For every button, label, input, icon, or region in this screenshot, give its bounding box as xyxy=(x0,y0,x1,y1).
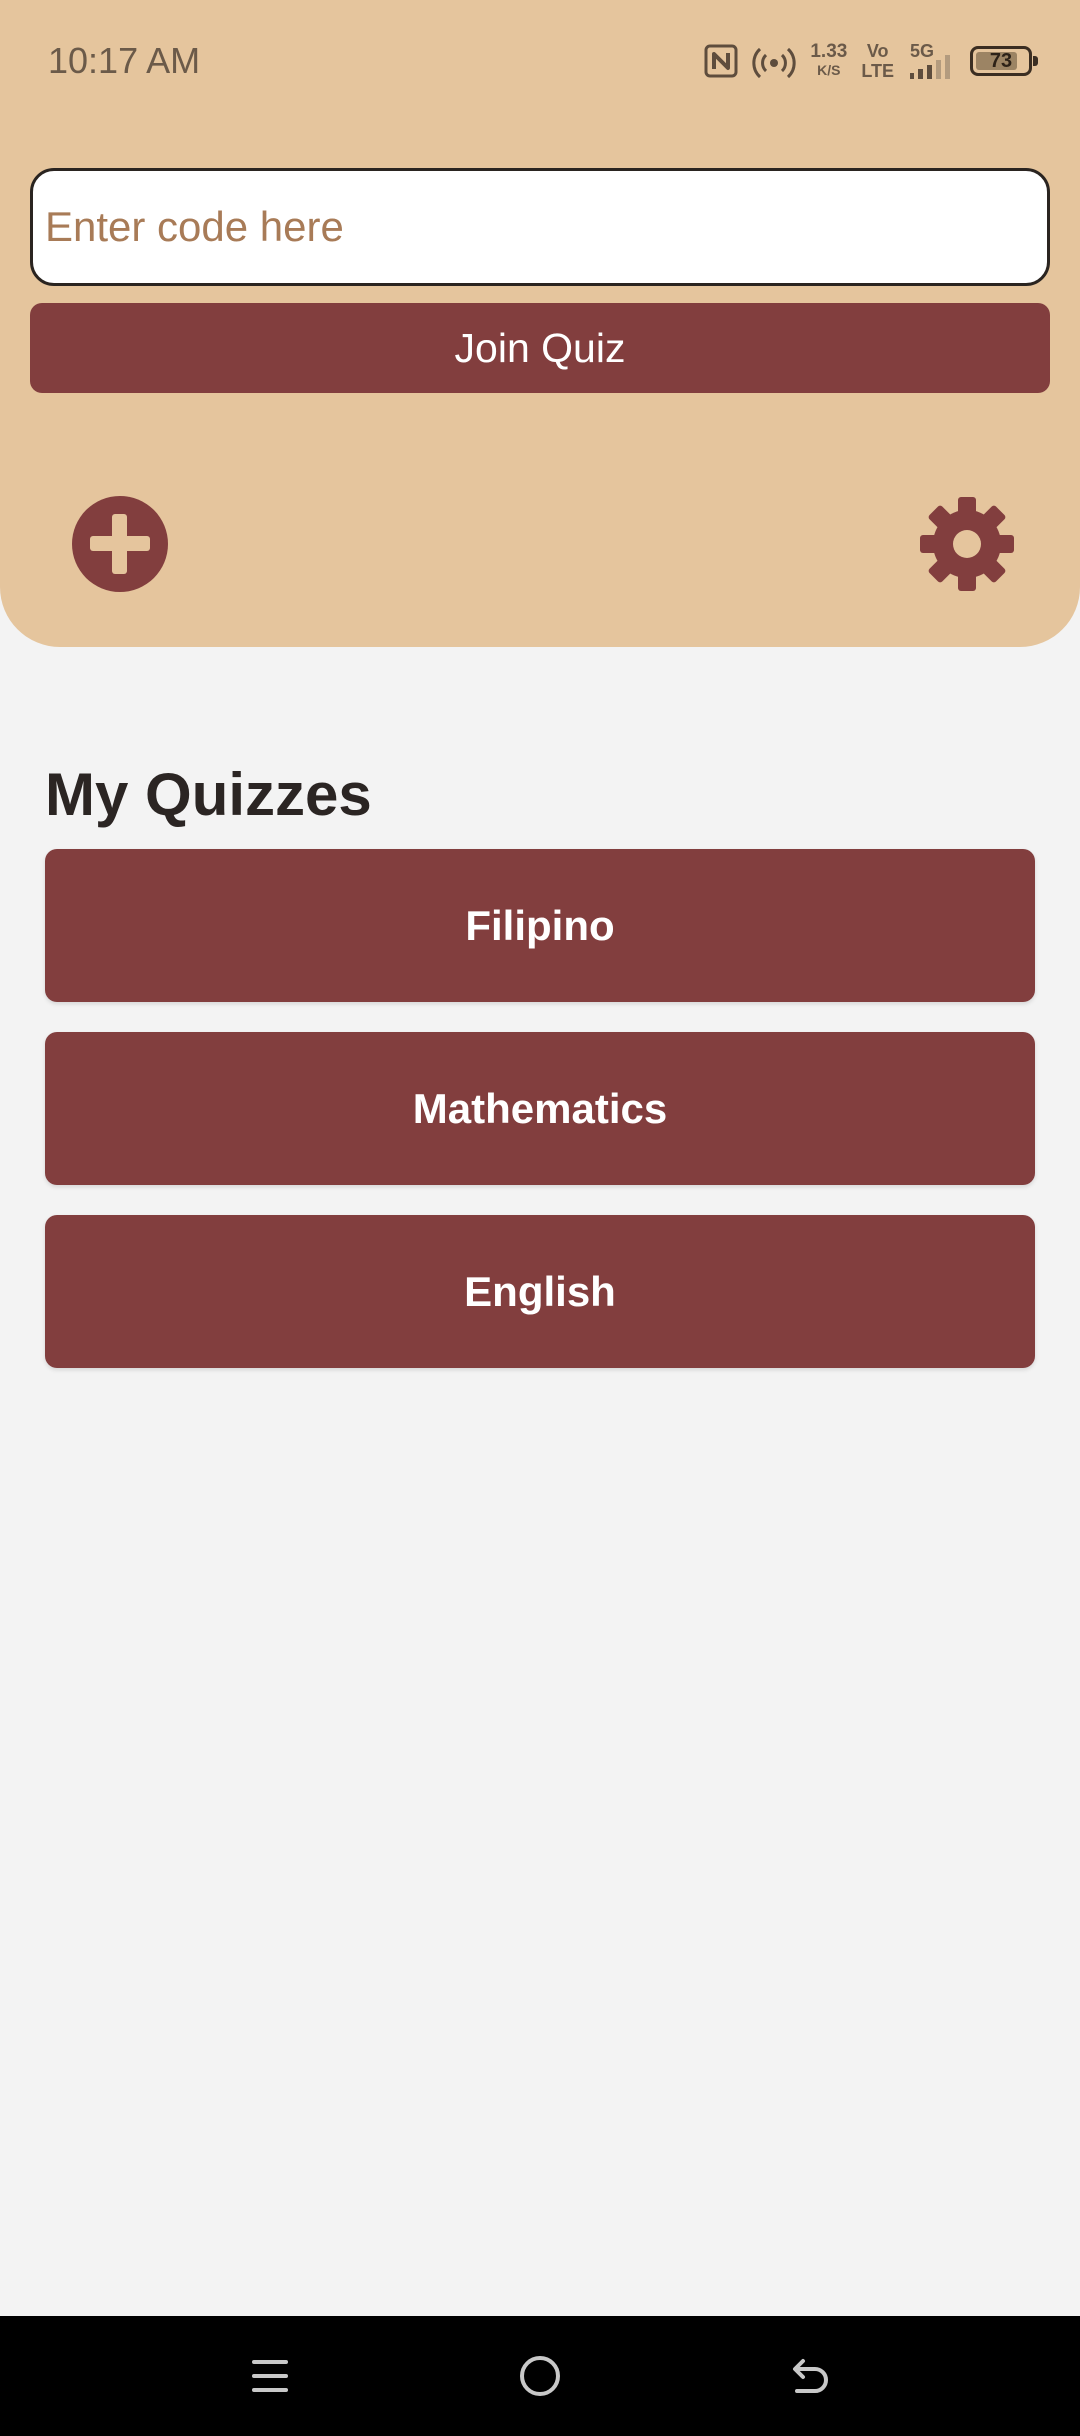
system-navigation-bar xyxy=(0,2316,1080,2436)
join-quiz-button[interactable]: Join Quiz xyxy=(30,303,1050,393)
home-icon xyxy=(520,2356,560,2396)
my-quizzes-title: My Quizzes xyxy=(45,761,372,828)
add-quiz-button[interactable] xyxy=(72,496,168,592)
quiz-item-mathematics[interactable]: Mathematics xyxy=(45,1032,1035,1185)
hotspot-icon xyxy=(752,47,796,79)
quiz-item-english[interactable]: English xyxy=(45,1215,1035,1368)
status-time: 10:17 AM xyxy=(48,40,201,81)
nav-back-button[interactable] xyxy=(750,2316,870,2436)
volte-bottom-label: LTE xyxy=(861,61,894,81)
volte-top-label: Vo xyxy=(866,41,889,61)
menu-icon xyxy=(252,2360,288,2392)
network-speed-value: 1.33 xyxy=(810,41,848,62)
nav-home-button[interactable] xyxy=(480,2316,600,2436)
quiz-code-input[interactable] xyxy=(30,168,1050,286)
network-type: 5G xyxy=(908,41,956,81)
settings-button[interactable] xyxy=(919,496,1015,592)
battery-level: 73 xyxy=(989,49,1013,72)
back-icon xyxy=(793,2359,828,2393)
network-speed: 1.33 K/S xyxy=(810,42,847,80)
nfc-icon xyxy=(704,44,738,78)
nav-menu-button[interactable] xyxy=(210,2316,330,2436)
quiz-item-filipino[interactable]: Filipino xyxy=(45,849,1035,1002)
status-icons: 1.33 K/S Vo LTE 5G 73 xyxy=(704,36,1038,86)
plus-vertical-bar xyxy=(112,514,127,574)
signal-icon xyxy=(910,55,950,79)
battery-icon: 73 xyxy=(970,46,1038,76)
status-bar: 10:17 AM 1.33 K/S Vo LTE 5G 73 xyxy=(0,0,1080,124)
volte-indicator: Vo LTE xyxy=(861,41,894,81)
gear-icon xyxy=(920,497,1014,591)
network-speed-unit: K/S xyxy=(817,62,841,78)
battery-tip xyxy=(1033,56,1038,66)
quiz-list: Filipino Mathematics English xyxy=(45,849,1035,1398)
